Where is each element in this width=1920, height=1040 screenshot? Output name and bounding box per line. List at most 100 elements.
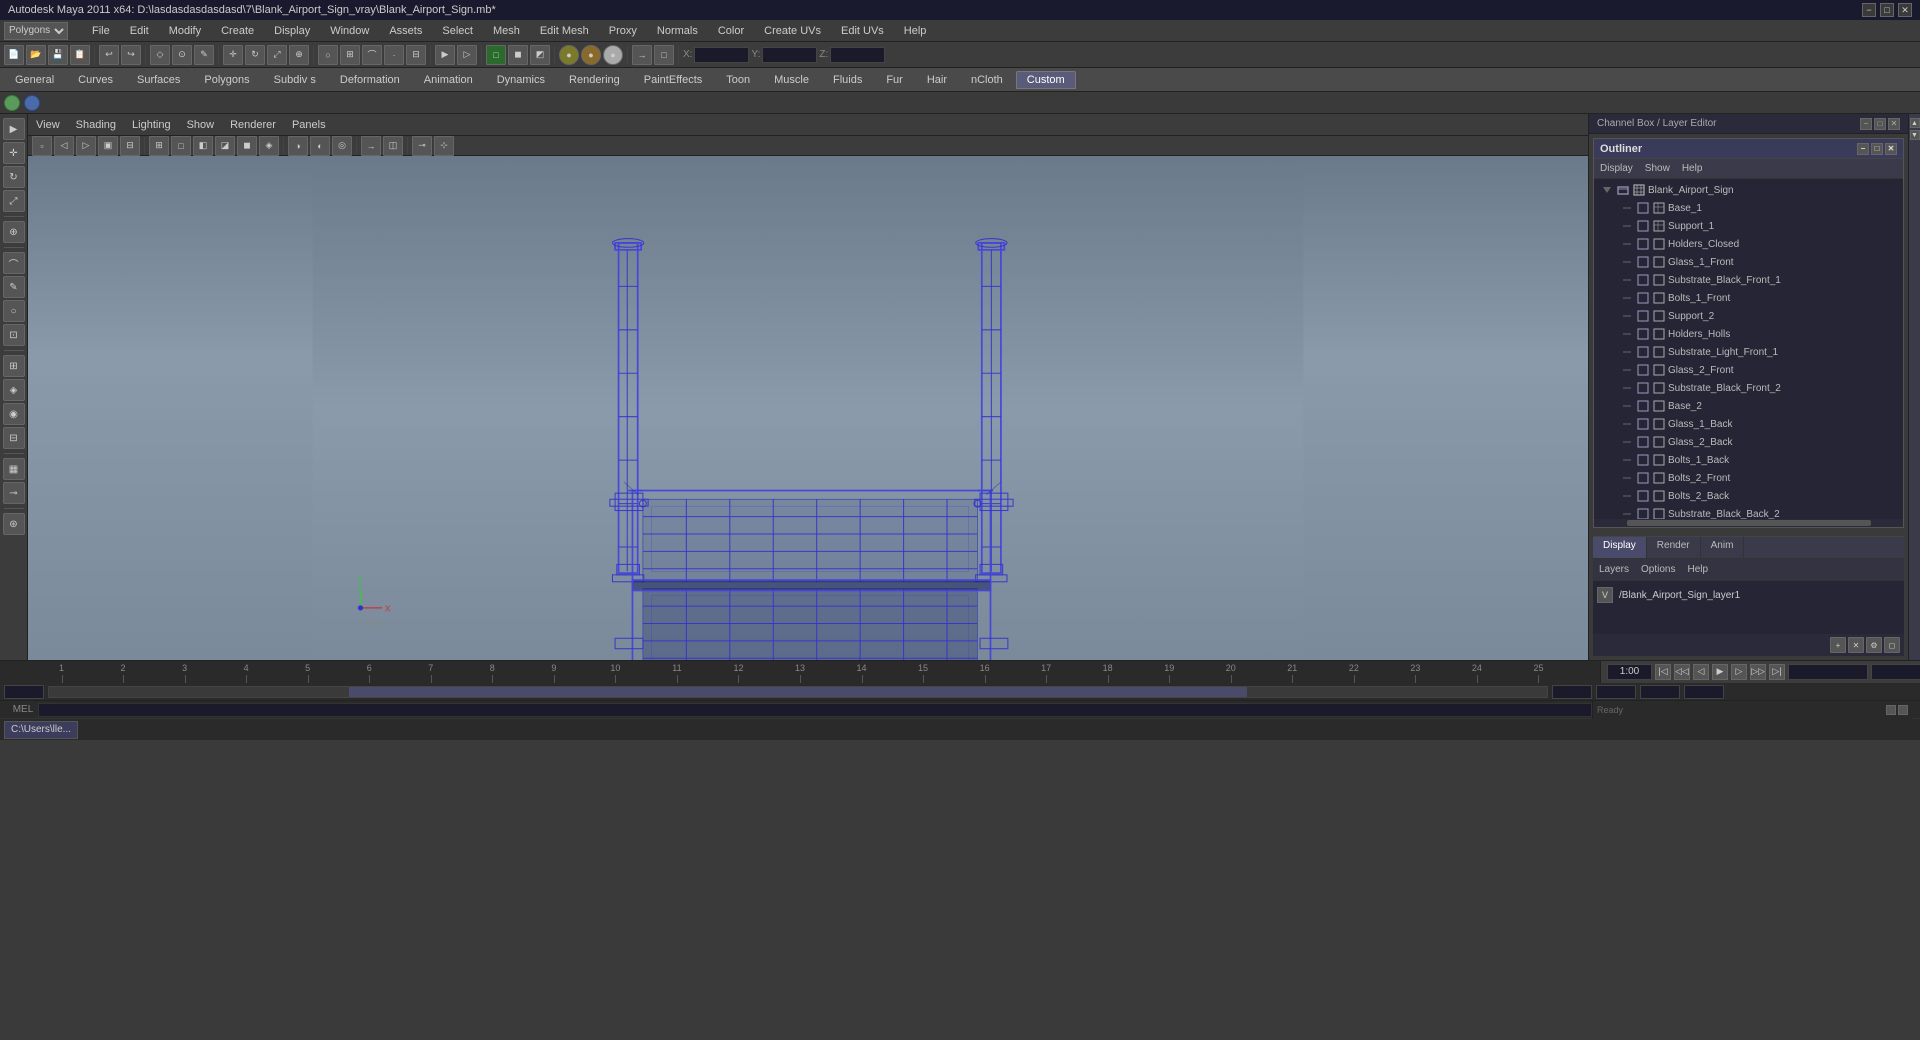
menu-create-uvs[interactable]: Create UVs: [760, 23, 825, 39]
close-button[interactable]: ✕: [1898, 3, 1912, 17]
prev-frame-btn[interactable]: ◁: [1693, 664, 1709, 680]
attr-strip-btn1[interactable]: ▲: [1910, 118, 1920, 128]
snap-view-btn[interactable]: ⊟: [406, 45, 426, 65]
channel-box-close[interactable]: ✕: [1888, 118, 1900, 130]
outliner-item-base1[interactable]: Base_1: [1596, 199, 1901, 217]
save-scene-as-btn[interactable]: 📋: [70, 45, 90, 65]
vp-shadows[interactable]: ◑: [288, 136, 308, 156]
save-scene-btn[interactable]: 💾: [48, 45, 68, 65]
menu-select[interactable]: Select: [438, 23, 477, 39]
tab-animation[interactable]: Animation: [413, 71, 484, 89]
measure-btn[interactable]: ⊸: [3, 482, 25, 504]
transform-tool-btn[interactable]: ⊕: [289, 45, 309, 65]
outliner-menu-display[interactable]: Display: [1600, 163, 1633, 174]
wireframe-btn[interactable]: □: [486, 45, 506, 65]
outliner-item-glass1back[interactable]: Glass_1_Back: [1596, 415, 1901, 433]
outliner-item-glass2front[interactable]: Glass_2_Front: [1596, 361, 1901, 379]
range-end-field[interactable]: 24.00: [1552, 685, 1592, 699]
scale-tool[interactable]: ⤢: [3, 190, 25, 212]
outliner-maximize[interactable]: □: [1871, 143, 1883, 155]
tab-painteffects[interactable]: PaintEffects: [633, 71, 714, 89]
vp-dof[interactable]: ◎: [332, 136, 352, 156]
vp-shade4[interactable]: ◼: [237, 136, 257, 156]
menu-proxy[interactable]: Proxy: [605, 23, 641, 39]
vp-pan[interactable]: ⊟: [120, 136, 140, 156]
mode-selector[interactable]: Polygons: [4, 22, 68, 40]
outliner-item-bolts1front[interactable]: Bolts_1_Front: [1596, 289, 1901, 307]
menu-mesh[interactable]: Mesh: [489, 23, 524, 39]
menu-color[interactable]: Color: [714, 23, 748, 39]
status-icon2[interactable]: [1898, 705, 1908, 715]
tab-fluids[interactable]: Fluids: [822, 71, 873, 89]
tab-toon[interactable]: Toon: [715, 71, 761, 89]
command-input[interactable]: [38, 703, 1592, 717]
outliner-item-holders-closed[interactable]: Holders_Closed: [1596, 235, 1901, 253]
anim-start-field[interactable]: 1.00: [1596, 685, 1636, 699]
render-region-btn[interactable]: ▦: [3, 458, 25, 480]
outliner-item-holders-holls[interactable]: Holders_Holls: [1596, 325, 1901, 343]
taskbar-item-1[interactable]: C:\Users\lle...: [4, 721, 78, 739]
tab-dynamics[interactable]: Dynamics: [486, 71, 556, 89]
tab-muscle[interactable]: Muscle: [763, 71, 820, 89]
paint-tool[interactable]: ✎: [3, 276, 25, 298]
anim-end2-field[interactable]: 48.00: [1684, 685, 1724, 699]
snap-point-btn[interactable]: ·: [384, 45, 404, 65]
open-scene-btn[interactable]: 📂: [26, 45, 46, 65]
fill-btn[interactable]: ◉: [3, 403, 25, 425]
camera-btn[interactable]: □: [654, 45, 674, 65]
show-manip[interactable]: ⊕: [3, 221, 25, 243]
hscrollbar-thumb[interactable]: [1627, 520, 1871, 526]
vp-shade1[interactable]: □: [171, 136, 191, 156]
vp-prev-cam[interactable]: ◁: [54, 136, 74, 156]
menu-edit-uvs[interactable]: Edit UVs: [837, 23, 888, 39]
play-btn[interactable]: ▶: [1712, 664, 1728, 680]
vp-menu-renderer[interactable]: Renderer: [230, 119, 276, 131]
select-tool-btn[interactable]: ◇: [150, 45, 170, 65]
attr-strip-btn2[interactable]: ▼: [1910, 130, 1920, 140]
tab-polygons[interactable]: Polygons: [193, 71, 260, 89]
arrow-tool-btn[interactable]: →: [632, 45, 652, 65]
bucket-btn[interactable]: ◈: [3, 379, 25, 401]
snap-curve-btn[interactable]: ⌒: [362, 45, 382, 65]
render-btn[interactable]: ▶: [435, 45, 455, 65]
tab-hair[interactable]: Hair: [916, 71, 958, 89]
layer-visibility-btn[interactable]: V: [1597, 587, 1613, 603]
cloth-tool[interactable]: ⊡: [3, 324, 25, 346]
layer-select-btn[interactable]: ◻: [1884, 637, 1900, 653]
outliner-item-glass1front[interactable]: Glass_1_Front: [1596, 253, 1901, 271]
outliner-item-bolts2back[interactable]: Bolts_2_Back: [1596, 487, 1901, 505]
menu-help[interactable]: Help: [900, 23, 931, 39]
layer-tab-anim[interactable]: Anim: [1701, 537, 1745, 558]
status-icon1[interactable]: [1886, 705, 1896, 715]
rotate-tool[interactable]: ↻: [3, 166, 25, 188]
tab-subdivs[interactable]: Subdiv s: [263, 71, 327, 89]
outliner-item-bolts1back[interactable]: Bolts_1_Back: [1596, 451, 1901, 469]
move-tool[interactable]: ✛: [3, 142, 25, 164]
viewport-3d[interactable]: .wire { stroke: #3333cc; stroke-width: 1…: [28, 156, 1588, 660]
undo-btn[interactable]: ↩: [99, 45, 119, 65]
paint-sel-btn[interactable]: ✎: [194, 45, 214, 65]
select-tool[interactable]: ▶: [3, 118, 25, 140]
scale-tool-btn[interactable]: ⤢: [267, 45, 287, 65]
outliner-minimize[interactable]: −: [1857, 143, 1869, 155]
layer-opt-help[interactable]: Help: [1687, 564, 1708, 575]
layer-tab-render[interactable]: Render: [1647, 537, 1701, 558]
z-field[interactable]: [830, 47, 885, 63]
vp-shade3[interactable]: ◪: [215, 136, 235, 156]
layer-opt-options[interactable]: Options: [1641, 564, 1675, 575]
vp-grid[interactable]: ⊞: [149, 136, 169, 156]
current-frame-field[interactable]: [1607, 664, 1652, 680]
tab-custom[interactable]: Custom: [1016, 71, 1076, 89]
vp-menu-panels[interactable]: Panels: [292, 119, 326, 131]
vp-film-gate[interactable]: ▣: [98, 136, 118, 156]
light2-btn[interactable]: ●: [581, 45, 601, 65]
tab-general[interactable]: General: [4, 71, 65, 89]
timeline-ruler[interactable]: 1234567891011121314151617181920212223242…: [0, 661, 1600, 683]
sculpt-tool[interactable]: ○: [3, 300, 25, 322]
vp-isolate[interactable]: ◫: [383, 136, 403, 156]
channel-box-maximize[interactable]: □: [1874, 118, 1886, 130]
menu-display[interactable]: Display: [270, 23, 314, 39]
y-field[interactable]: [762, 47, 817, 63]
prev-key-btn[interactable]: ◁◁: [1674, 664, 1690, 680]
light1-btn[interactable]: ●: [559, 45, 579, 65]
